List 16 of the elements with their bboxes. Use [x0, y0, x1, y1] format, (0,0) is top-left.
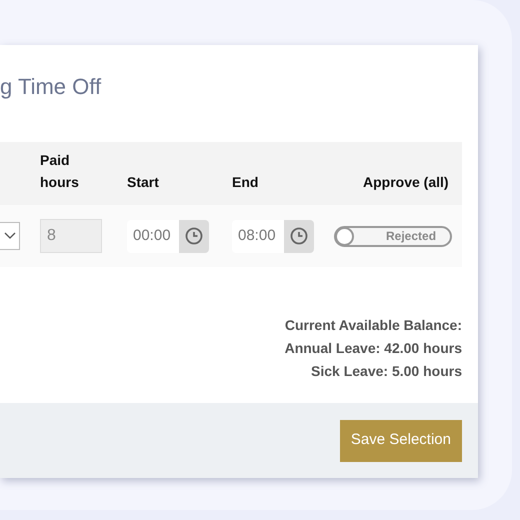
column-header: Approve (all) — [363, 173, 449, 192]
clock-icon — [290, 227, 308, 245]
dropdown[interactable] — [0, 222, 20, 250]
time-field[interactable]: 00:00 — [127, 220, 209, 252]
time-field[interactable]: 08:00 — [232, 220, 314, 252]
clock-icon — [185, 227, 203, 245]
save-button[interactable]: Save Selection — [340, 420, 462, 462]
column-header: Paid hours — [40, 151, 79, 192]
balance-text: Sick Leave: 5.00 hours — [311, 362, 462, 381]
balance-text: Annual Leave: 42.00 hours — [284, 339, 462, 358]
approve-toggle[interactable]: Rejected — [334, 226, 452, 246]
column-header: End — [232, 173, 258, 192]
column-header: Start — [127, 173, 159, 192]
page-title: g Time Off — [0, 73, 102, 101]
chevron-icon — [4, 232, 16, 240]
balance-text: Current Available Balance: — [284, 316, 462, 335]
